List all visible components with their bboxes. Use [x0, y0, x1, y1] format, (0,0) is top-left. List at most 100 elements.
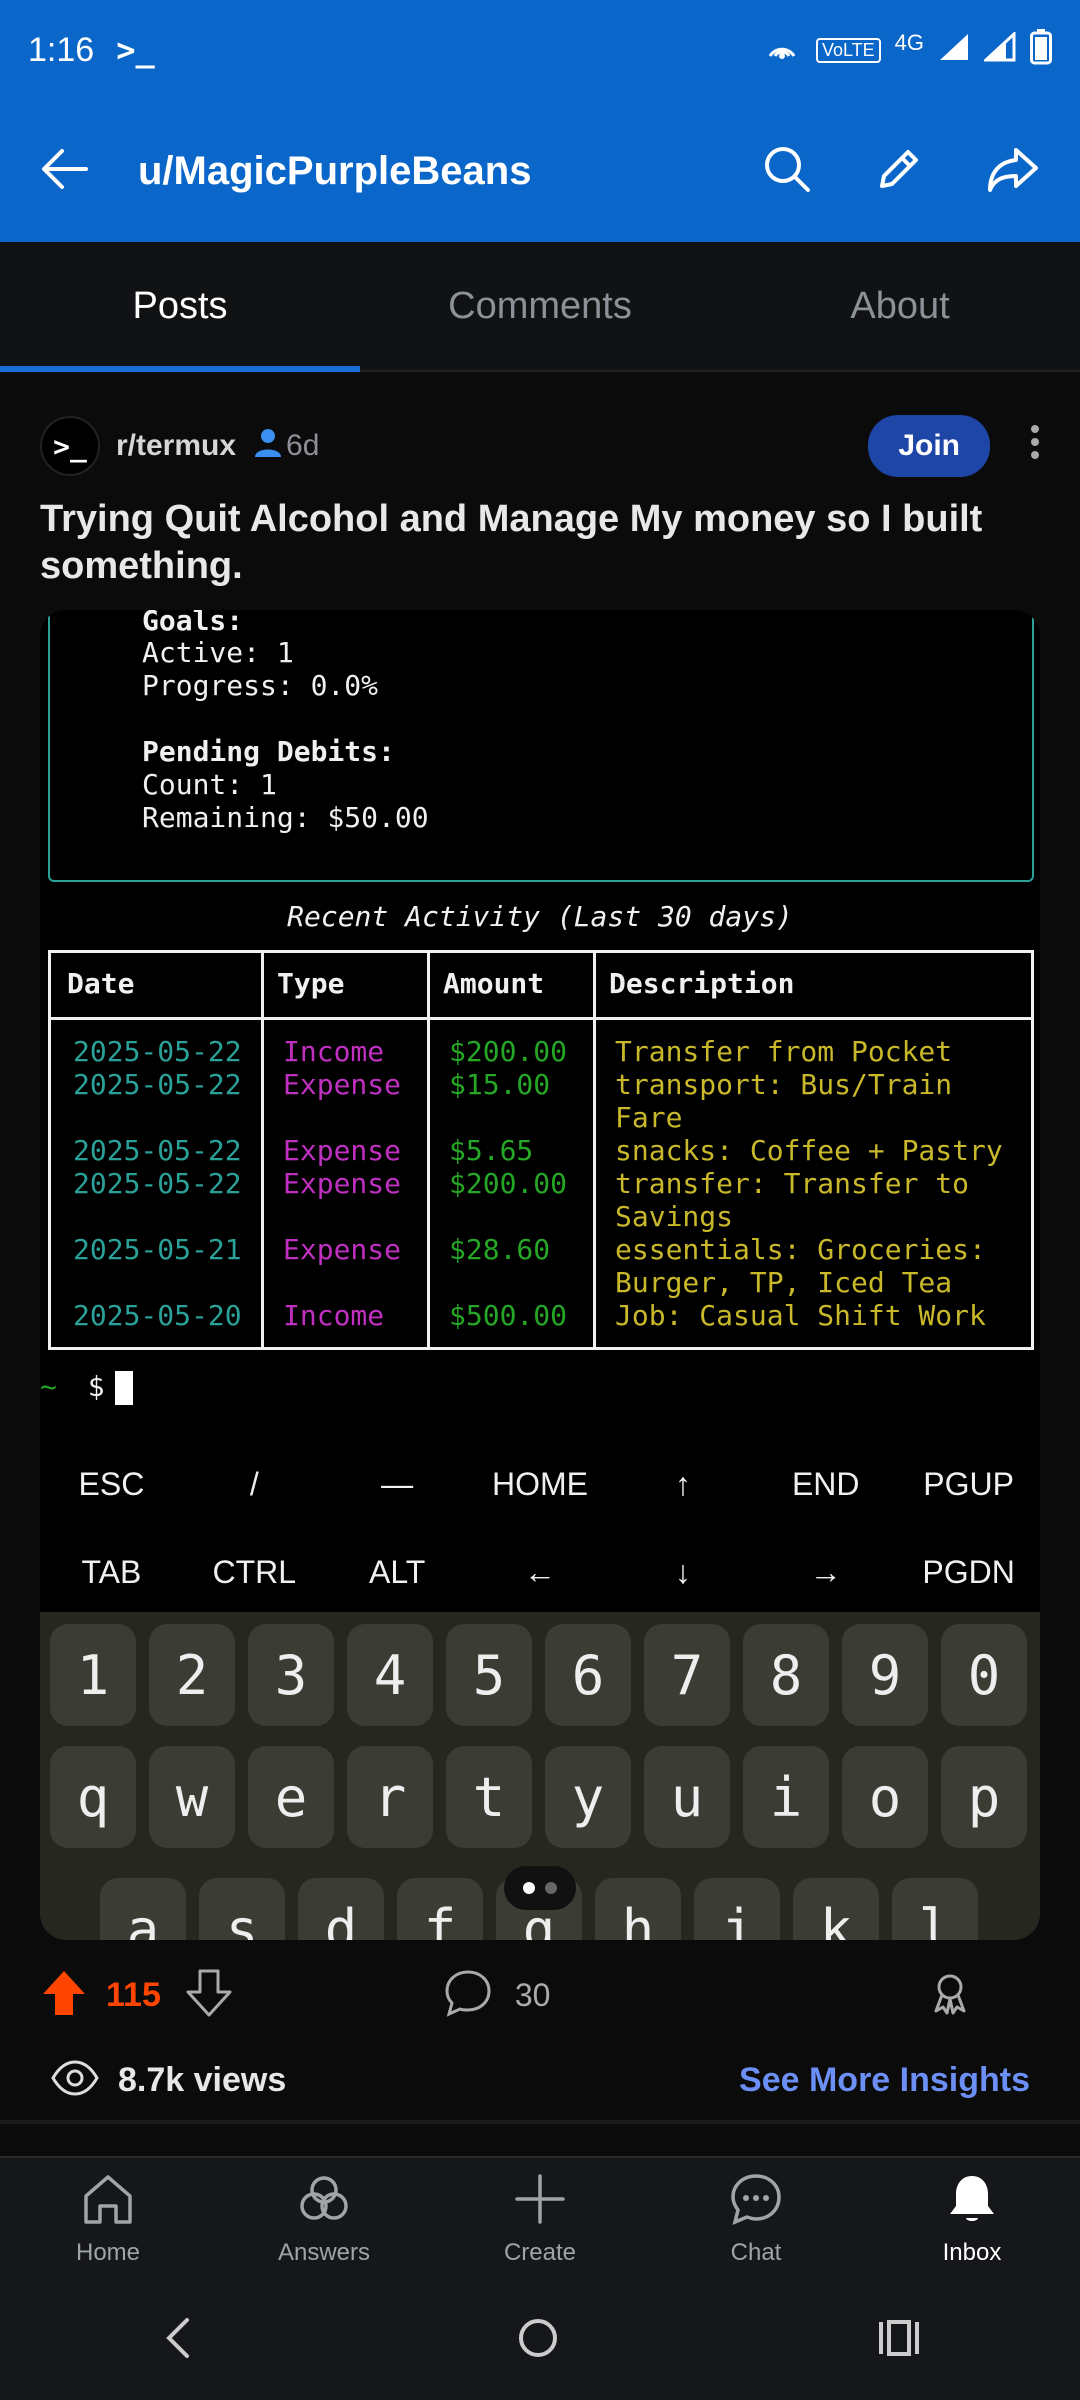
system-recents-icon[interactable]	[877, 2318, 921, 2363]
edit-pencil-icon[interactable]	[874, 144, 924, 199]
keyboard-key: t	[446, 1746, 532, 1848]
post-image-terminal[interactable]: Goals: Active: 1 Progress: 0.0% Pending …	[40, 610, 1040, 1940]
row-date: 2025-05-22	[73, 1035, 242, 1068]
row-description: transport: Bus/Train Fare	[615, 1068, 953, 1134]
feed-divider	[0, 2120, 1080, 2124]
key-home: HOME	[492, 1465, 588, 1502]
downvote-icon[interactable]	[185, 1968, 233, 2023]
person-icon	[254, 427, 282, 465]
nav-answers[interactable]: Answers	[216, 2158, 432, 2280]
keyboard-key: q	[50, 1746, 136, 1848]
row-type: Income	[283, 1035, 385, 1068]
subreddit-name[interactable]: r/termux	[116, 429, 236, 463]
home-icon	[80, 2172, 136, 2233]
keyboard-key: 5	[446, 1624, 532, 1726]
comment-count[interactable]: 30	[515, 1977, 551, 2014]
table-caption: Recent Activity (Last 30 days)	[287, 900, 793, 933]
debits-remaining: Remaining: $50.00	[142, 801, 429, 834]
row-description: Job: Casual Shift Work	[615, 1299, 986, 1332]
join-button[interactable]: Join	[868, 415, 990, 477]
key-esc: ESC	[78, 1465, 145, 1502]
view-count: 8.7k views	[118, 2060, 287, 2099]
row-description: snacks: Coffee + Pastry	[615, 1134, 1003, 1167]
nav-chat-label: Chat	[730, 2238, 782, 2266]
row-date: 2025-05-22	[73, 1068, 242, 1101]
key-dash: —	[381, 1465, 414, 1502]
row-date: 2025-05-22	[73, 1167, 242, 1200]
tab-posts[interactable]: Posts	[0, 242, 360, 372]
header-amount: Amount	[443, 967, 545, 1000]
keyboard-key: r	[347, 1746, 433, 1848]
row-description: transfer: Transfer to Savings	[615, 1167, 970, 1233]
signal-icon-2	[982, 30, 1016, 69]
profile-username: u/MagicPurpleBeans	[138, 148, 532, 193]
system-home-icon[interactable]	[516, 2316, 560, 2365]
nav-create[interactable]: Create	[432, 2158, 648, 2280]
header-type: Type	[277, 967, 345, 1000]
row-date: 2025-05-22	[73, 1134, 242, 1167]
row-type: Expense	[283, 1134, 402, 1167]
extra-keys-row-1: ESC / — HOME ↑ END PGUP	[40, 1440, 1040, 1528]
keyboard-key: l	[892, 1878, 978, 1940]
vote-score: 115	[106, 1975, 161, 2014]
key-alt: ALT	[368, 1553, 426, 1590]
more-options-icon[interactable]	[1030, 424, 1040, 469]
nav-create-label: Create	[503, 2238, 577, 2266]
volte-icon: VoLTE	[815, 37, 881, 63]
tab-comments[interactable]: Comments	[360, 242, 720, 370]
prompt-tilde: ~	[40, 1370, 57, 1403]
image-carousel-indicator[interactable]	[504, 1866, 576, 1910]
row-amount: $200.00	[449, 1035, 568, 1068]
award-icon[interactable]	[930, 1971, 970, 2020]
key-pgup: PGUP	[923, 1465, 1014, 1502]
keyboard-key: e	[248, 1746, 334, 1848]
summary-box: Goals: Active: 1 Progress: 0.0% Pending …	[48, 610, 1034, 882]
chat-icon	[728, 2172, 784, 2233]
upvote-icon[interactable]	[40, 1968, 88, 2023]
key-ctrl: CTRL	[212, 1553, 297, 1590]
tab-about[interactable]: About	[720, 242, 1080, 370]
termux-notification-icon: >_	[116, 31, 155, 69]
keyboard-key: j	[694, 1878, 780, 1940]
nav-home-label: Home	[75, 2238, 141, 2266]
keyboard-key: 4	[347, 1624, 433, 1726]
plus-icon	[512, 2172, 568, 2233]
key-tab: TAB	[81, 1553, 142, 1590]
comment-icon[interactable]	[443, 1968, 493, 2023]
post-title[interactable]: Trying Quit Alcohol and Manage My money …	[0, 496, 1080, 590]
see-more-insights-link[interactable]: See More Insights	[739, 2061, 1030, 2100]
debits-header: Pending Debits:	[142, 735, 395, 768]
system-back-icon[interactable]	[159, 2316, 199, 2365]
row-amount: $200.00	[449, 1167, 568, 1200]
keyboard-key: 2	[149, 1624, 235, 1726]
keyboard-key: 7	[644, 1624, 730, 1726]
keyboard-key: 3	[248, 1624, 334, 1726]
post-card[interactable]: >_ r/termux 6d Join Trying Quit Alcohol …	[0, 396, 1080, 590]
nav-chat[interactable]: Chat	[648, 2158, 864, 2280]
prompt-dollar: $	[87, 1370, 105, 1403]
keyboard-key: 8	[743, 1624, 829, 1726]
goals-active: Active: 1	[142, 636, 294, 669]
keyboard-key: y	[545, 1746, 631, 1848]
header-date: Date	[67, 967, 135, 1000]
termux-extra-keys: ESC / — HOME ↑ END PGUP TAB CTRL ALT ← ↓…	[40, 1440, 1040, 1616]
keyboard-key: w	[149, 1746, 235, 1848]
search-icon[interactable]	[762, 144, 812, 199]
post-header: >_ r/termux 6d Join	[0, 396, 1080, 496]
system-navigation-bar	[0, 2280, 1080, 2400]
row-amount: $28.60	[449, 1233, 551, 1266]
row-description: Transfer from Pocket	[615, 1035, 953, 1068]
nav-inbox[interactable]: Inbox	[864, 2158, 1080, 2280]
keyboard-key: f	[397, 1878, 483, 1940]
key-left: ←	[524, 1553, 556, 1590]
back-arrow-icon[interactable]	[40, 147, 90, 196]
signal-icon	[938, 32, 970, 69]
share-icon[interactable]	[986, 144, 1040, 199]
bell-icon	[944, 2172, 1000, 2233]
subreddit-avatar[interactable]: >_	[40, 416, 100, 476]
activity-table: Date Type Amount Description 2025-05-22 …	[48, 950, 1034, 1350]
row-amount: $500.00	[449, 1299, 568, 1332]
keyboard-key: 1	[50, 1624, 136, 1726]
row-amount: $15.00	[449, 1068, 551, 1101]
nav-home[interactable]: Home	[0, 2158, 216, 2280]
